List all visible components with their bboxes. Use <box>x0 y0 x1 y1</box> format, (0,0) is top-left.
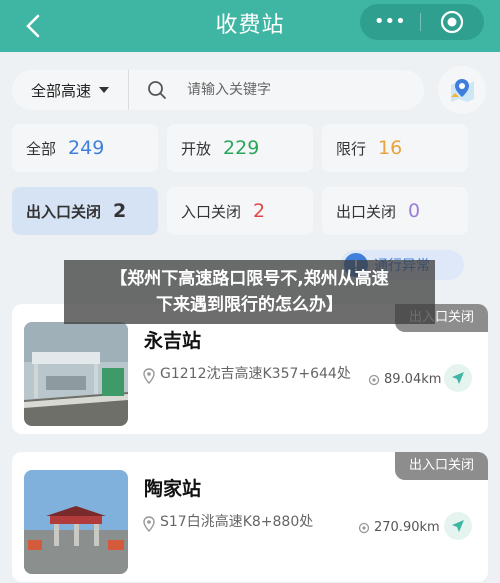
station-route: G1212沈吉高速K357+644处 <box>160 366 351 382</box>
status-badge: 出入口关闭 <box>394 452 488 480</box>
navigation-arrow-icon <box>452 520 464 532</box>
filter-count: 249 <box>68 137 105 159</box>
search-bar: 全部高速 <box>12 70 424 110</box>
filter-label: 出口关闭 <box>336 202 397 221</box>
distance-pin-icon <box>358 522 370 534</box>
location-pin-icon <box>143 516 155 532</box>
overlay-line-1: 【郑州下高速路口限号不,郑州从高速 <box>110 269 389 289</box>
station-distance: 89.04km <box>384 372 442 387</box>
filter-label: 出入口关闭 <box>26 202 102 221</box>
filter-label: 限行 <box>336 139 367 158</box>
station-photo <box>24 322 128 426</box>
filter-label: 开放 <box>181 139 212 158</box>
caret-down-icon <box>99 87 109 93</box>
filter-count: 16 <box>378 137 403 159</box>
filter-count: 0 <box>408 200 421 222</box>
search-icon <box>148 81 166 99</box>
filter-count: 2 <box>253 200 266 222</box>
filter-open[interactable]: 开放 229 <box>167 124 313 172</box>
search-input[interactable] <box>185 81 389 99</box>
map-location-button[interactable] <box>438 66 486 114</box>
station-photo <box>24 470 128 574</box>
filter-exit-closed[interactable]: 出口关闭 0 <box>322 187 468 235</box>
filter-count: 2 <box>113 200 127 222</box>
distance-pin-icon <box>368 374 380 386</box>
station-name: 永吉站 <box>144 330 202 352</box>
station-card[interactable]: 陶家站 S17白洮高速K8+880处 270.90km 出入口关闭 <box>12 452 488 582</box>
target-icon[interactable] <box>421 9 484 35</box>
location-pin-icon <box>143 368 155 384</box>
highway-type-value: 全部高速 <box>30 81 91 100</box>
filter-entry-exit-closed[interactable]: 出入口关闭 2 <box>12 187 158 235</box>
filter-all[interactable]: 全部 249 <box>12 124 158 172</box>
more-dots-icon[interactable]: ••• <box>360 4 420 40</box>
station-distance: 270.90km <box>374 520 440 535</box>
filter-count: 229 <box>223 137 260 159</box>
navigate-button[interactable] <box>444 512 472 540</box>
filter-label: 全部 <box>26 139 57 158</box>
filter-restricted[interactable]: 限行 16 <box>322 124 468 172</box>
highway-type-select[interactable]: 全部高速 <box>12 70 129 110</box>
navigation-arrow-icon <box>452 372 464 384</box>
overlay-line-2: 下来遇到限行的怎么办】 <box>156 295 343 315</box>
map-pin-icon <box>451 79 474 102</box>
article-title-overlay: 【郑州下高速路口限号不,郑州从高速 下来遇到限行的怎么办】 <box>64 260 435 324</box>
header-bar: 收费站 ••• <box>0 0 500 52</box>
filter-entry-closed[interactable]: 入口关闭 2 <box>167 187 313 235</box>
filter-label: 入口关闭 <box>181 202 242 221</box>
station-route: S17白洮高速K8+880处 <box>160 514 314 530</box>
station-name: 陶家站 <box>144 478 202 500</box>
navigate-button[interactable] <box>444 364 472 392</box>
mini-program-capsule: ••• <box>360 4 484 40</box>
